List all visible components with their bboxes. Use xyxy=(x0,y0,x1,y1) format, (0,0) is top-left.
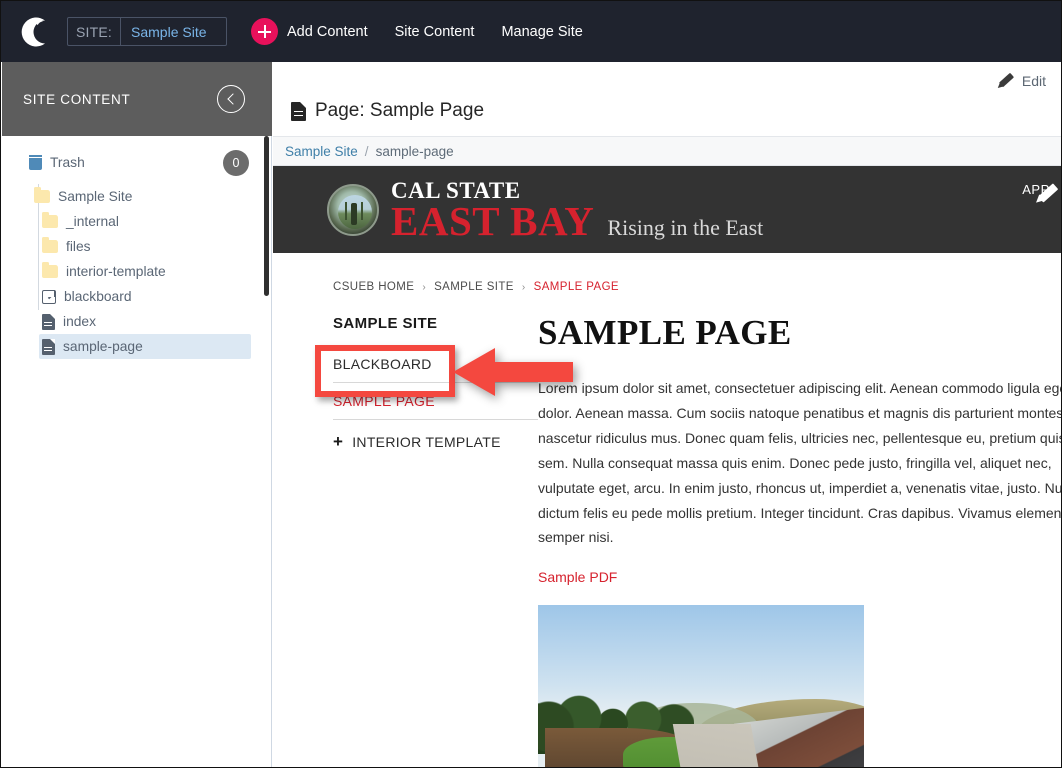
annotation-highlight-box xyxy=(315,345,455,397)
article: SAMPLE PAGE Lorem ipsum dolor sit amet, … xyxy=(538,313,1062,767)
site-value[interactable]: Sample Site xyxy=(121,18,226,45)
tree-item-label: _internal xyxy=(66,214,119,229)
sidebar-scrollbar[interactable] xyxy=(264,136,269,296)
plus-icon: + xyxy=(333,432,344,451)
add-content-label: Add Content xyxy=(287,23,368,40)
article-body: Lorem ipsum dolor sit amet, consectetuer… xyxy=(538,380,1062,546)
tree-item-label: index xyxy=(63,314,96,329)
site-content-sidebar: SITE CONTENT Trash 0 Sample Site _intern xyxy=(2,62,272,767)
tree-item-trash[interactable]: Trash 0 xyxy=(2,149,271,176)
plus-icon xyxy=(251,18,279,45)
campus-photo xyxy=(538,605,864,767)
tree-item-label: Sample Site xyxy=(58,189,133,204)
breadcrumb-separator: / xyxy=(364,143,369,159)
edit-label: Edit xyxy=(1021,72,1046,89)
site-crumb-sample-site[interactable]: SAMPLE SITE xyxy=(434,281,514,293)
site-label: SITE: xyxy=(68,18,122,45)
chevron-right-icon: › xyxy=(422,281,427,293)
trash-count-badge: 0 xyxy=(223,149,249,176)
pencil-icon xyxy=(997,72,1014,89)
external-link-icon xyxy=(42,289,56,304)
tree-item-sample-page[interactable]: sample-page xyxy=(39,334,251,359)
site-banner: CAL STATE EAST BAY Rising in the East AP… xyxy=(273,166,1061,253)
site-crumb-home[interactable]: CSUEB HOME xyxy=(333,281,414,293)
breadcrumb: Sample Site / sample-page xyxy=(273,136,1061,166)
breadcrumb-root[interactable]: Sample Site xyxy=(285,144,358,159)
add-content-button[interactable]: Add Content xyxy=(251,18,368,45)
trash-label: Trash xyxy=(50,155,85,170)
tree-item-interior-template[interactable]: interior-template xyxy=(2,259,271,284)
csu-seal-icon xyxy=(327,183,379,236)
article-title: SAMPLE PAGE xyxy=(538,313,792,352)
site-wordmark[interactable]: CAL STATE EAST BAY Rising in the East xyxy=(391,179,763,241)
nav-site-content[interactable]: Site Content xyxy=(395,24,475,40)
content-tree: Trash 0 Sample Site _internal files inte… xyxy=(2,136,271,359)
tree-item-blackboard[interactable]: blackboard xyxy=(2,284,271,309)
wordmark-tagline: Rising in the East xyxy=(607,214,764,240)
sidebar-header: SITE CONTENT xyxy=(2,62,272,136)
tree-item-index[interactable]: index xyxy=(2,309,271,334)
annotation-arrow-icon xyxy=(453,348,573,396)
app-window: SITE: Sample Site Add Content Site Conte… xyxy=(0,0,1062,768)
top-navigation-bar: SITE: Sample Site Add Content Site Conte… xyxy=(1,1,1061,62)
sidebar-title: SITE CONTENT xyxy=(23,91,131,107)
breadcrumb-current: sample-page xyxy=(375,143,454,159)
page-icon xyxy=(42,313,55,330)
page-preview: CAL STATE EAST BAY Rising in the East AP… xyxy=(273,166,1062,767)
tree-item-label: files xyxy=(66,239,91,254)
folder-icon xyxy=(42,262,58,278)
left-nav-item-label: INTERIOR TEMPLATE xyxy=(352,434,501,450)
nav-manage-site[interactable]: Manage Site xyxy=(501,24,582,40)
collapse-sidebar-button[interactable] xyxy=(217,85,245,113)
folder-icon xyxy=(42,237,58,253)
main-panel: Edit Page: Sample Page Sample Site / sam… xyxy=(273,62,1062,767)
page-icon xyxy=(42,338,55,355)
folder-icon xyxy=(34,187,50,203)
trash-icon xyxy=(29,155,42,170)
edit-button[interactable]: Edit xyxy=(997,72,1046,89)
tree-item-label: blackboard xyxy=(64,289,132,304)
left-nav-title: SAMPLE SITE xyxy=(333,315,438,332)
page-title: Page: Sample Page xyxy=(291,100,484,122)
page-icon xyxy=(291,101,306,121)
site-breadcrumb: CSUEB HOME › SAMPLE SITE › SAMPLE PAGE xyxy=(273,281,1061,293)
tree-item-sample-site[interactable]: Sample Site xyxy=(2,184,271,209)
apply-button[interactable]: APP xyxy=(1010,182,1061,197)
page-title-text: Page: Sample Page xyxy=(315,100,485,121)
tree-item-_internal[interactable]: _internal xyxy=(2,209,271,234)
site-crumb-sample-page: SAMPLE PAGE xyxy=(533,281,619,293)
chevron-right-icon: › xyxy=(521,281,526,293)
site-body: CSUEB HOME › SAMPLE SITE › SAMPLE PAGE S… xyxy=(273,253,1062,767)
cascade-cms-logo-icon[interactable] xyxy=(15,13,53,51)
tree-item-label: sample-page xyxy=(63,339,143,354)
tree-item-label: interior-template xyxy=(66,264,166,279)
left-nav-item-interior-template[interactable]: + INTERIOR TEMPLATE xyxy=(333,420,538,462)
folder-icon xyxy=(42,212,58,228)
wordmark-east-bay: EAST BAY xyxy=(391,197,595,244)
chevron-left-icon xyxy=(226,93,239,105)
site-selector-field[interactable]: SITE: Sample Site xyxy=(67,17,228,46)
tree-item-files[interactable]: files xyxy=(2,234,271,259)
page-header: Edit Page: Sample Page xyxy=(273,62,1061,136)
sample-pdf-link[interactable]: Sample PDF xyxy=(538,569,617,585)
